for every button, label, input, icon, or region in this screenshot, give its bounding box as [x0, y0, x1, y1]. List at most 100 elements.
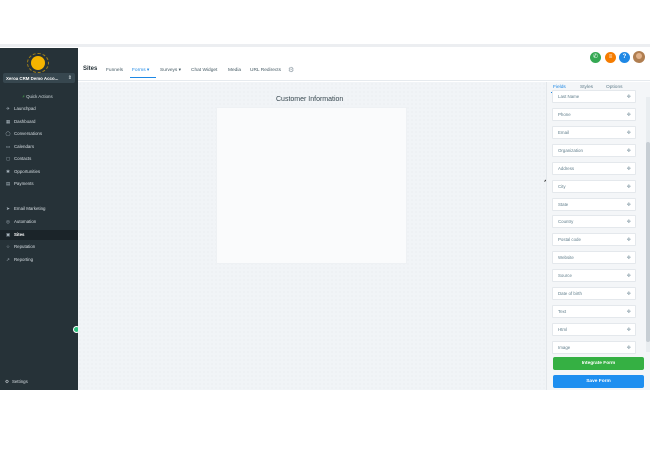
sidebar-item-label: Email Marketing — [14, 206, 46, 211]
field-item[interactable]: Phone ✥ — [552, 108, 636, 121]
move-icon[interactable]: ✥ — [627, 109, 631, 121]
integrate-form-button[interactable]: Integrate Form — [553, 357, 644, 370]
move-icon[interactable]: ✥ — [627, 306, 631, 318]
move-icon[interactable]: ✥ — [627, 252, 631, 264]
form-elements-panel: Fields Styles Options Last Name ✥ Phone ✥ … — [546, 82, 650, 390]
scrollbar-thumb[interactable] — [646, 142, 650, 342]
field-item[interactable]: Last Name ✥ — [552, 90, 636, 103]
field-item[interactable]: Postal code ✥ — [552, 233, 636, 246]
avatar[interactable] — [633, 51, 645, 63]
sidebar-item-reporting[interactable]: ↗ Reporting — [0, 255, 78, 265]
sidebar-item-conversations[interactable]: ◯ Conversations — [0, 129, 78, 139]
sidebar-item-sites[interactable]: ▣ Sites — [0, 230, 78, 240]
rocket-icon: ✈ — [6, 106, 10, 111]
field-label: State — [558, 202, 569, 207]
field-item[interactable]: Email ✥ — [552, 126, 636, 139]
account-switcher[interactable]: Xeroa CRM Demo Acco... ⇕ — [3, 73, 75, 83]
field-label: Email — [558, 130, 569, 135]
sidebar-item-label: Reporting — [14, 257, 34, 262]
help-icon[interactable]: ? — [619, 52, 630, 63]
move-icon[interactable]: ✥ — [627, 216, 631, 228]
sidebar-item-label: Payments — [14, 181, 34, 186]
tab-forms[interactable]: Forms ▾ — [132, 68, 149, 73]
form-drop-area[interactable] — [216, 107, 407, 264]
field-item[interactable]: Html ✥ — [552, 323, 636, 336]
sidebar-item-reputation[interactable]: ☆ Reputation — [0, 242, 78, 252]
field-label: Html — [558, 327, 568, 332]
top-divider — [0, 44, 650, 47]
gear-icon[interactable]: ⚙ — [288, 66, 294, 74]
payments-icon: ▤ — [5, 181, 11, 186]
sites-icon: ▣ — [5, 232, 11, 237]
move-icon[interactable]: ✥ — [627, 163, 631, 175]
field-label: Text — [558, 309, 567, 314]
field-label: Date of birth — [558, 291, 582, 296]
chat-icon: ◯ — [5, 131, 11, 136]
top-header: Sites Funnels Forms ▾ Surveys ▾ Chat Wid… — [78, 48, 650, 81]
move-icon[interactable]: ✥ — [627, 199, 631, 211]
move-icon[interactable]: ✥ — [627, 234, 631, 246]
logo-icon — [31, 56, 45, 70]
chevron-updown-icon: ⇕ — [67, 75, 72, 81]
star-icon: ☆ — [5, 244, 11, 249]
sidebar-item-settings[interactable]: ⚙ Settings — [5, 379, 28, 385]
gear-icon: ⚙ — [5, 379, 9, 384]
calendar-icon: ▭ — [5, 144, 11, 149]
phone-icon[interactable]: ✆ — [590, 52, 601, 63]
form-title[interactable]: Customer Information — [276, 96, 343, 103]
field-item[interactable]: Image ✥ — [552, 341, 636, 354]
field-label: City — [558, 184, 566, 189]
chat-icon[interactable]: ≡ — [605, 52, 616, 63]
field-label: Postal code — [558, 237, 581, 242]
field-item[interactable]: Country ✥ — [552, 215, 636, 228]
sidebar-item-label: Conversations — [14, 131, 43, 136]
sidebar-item-label: Launchpad — [14, 106, 36, 111]
automation-icon: ◎ — [6, 219, 10, 224]
field-label: Address — [558, 166, 575, 171]
sidebar-item-email-marketing[interactable]: ➤ Email Marketing — [0, 204, 78, 214]
sidebar-item-automation[interactable]: ◎ Automation — [0, 217, 78, 227]
opportunities-icon: ✱ — [6, 169, 10, 174]
move-icon[interactable]: ✥ — [627, 145, 631, 157]
sidebar-item-label: Opportunities — [14, 169, 41, 174]
field-label: Country — [558, 219, 574, 224]
field-item[interactable]: Organization ✥ — [552, 144, 636, 157]
sidebar-item-label: Settings — [11, 379, 28, 384]
move-icon[interactable]: ✥ — [627, 288, 631, 300]
field-item[interactable]: Website ✥ — [552, 251, 636, 264]
quick-actions-label: Quick Actions — [26, 94, 53, 99]
sidebar-item-dashboard[interactable]: ▦ Dashboard — [0, 117, 78, 127]
move-icon[interactable]: ✥ — [627, 342, 631, 354]
tab-chat-widget[interactable]: Chat Widget — [191, 68, 217, 73]
field-item[interactable]: Date of birth ✥ — [552, 287, 636, 300]
quick-actions-button[interactable]: ⚡Quick Actions — [22, 94, 53, 100]
field-item[interactable]: City ✥ — [552, 180, 636, 193]
field-item[interactable]: Address ✥ — [552, 162, 636, 175]
form-builder-canvas[interactable]: Customer Information — [78, 82, 546, 390]
field-item[interactable]: Text ✥ — [552, 305, 636, 318]
tab-funnels[interactable]: Funnels — [106, 68, 123, 73]
page-title: Sites — [83, 66, 98, 72]
sidebar-item-contacts[interactable]: ▢ Contacts — [0, 154, 78, 164]
active-tab-indicator — [130, 77, 156, 78]
tab-url-redirects[interactable]: URL Redirects — [250, 68, 281, 73]
tab-media[interactable]: Media — [228, 68, 241, 73]
move-icon[interactable]: ✥ — [627, 91, 631, 103]
sidebar-item-launchpad[interactable]: ✈ Launchpad — [0, 104, 78, 114]
send-icon: ➤ — [6, 206, 10, 211]
move-icon[interactable]: ✥ — [627, 181, 631, 193]
sidebar-item-opportunities[interactable]: ✱ Opportunities — [0, 167, 78, 177]
field-item[interactable]: Source ✥ — [552, 269, 636, 282]
field-label: Last Name — [558, 94, 580, 99]
sidebar-item-payments[interactable]: ▤ Payments — [0, 179, 78, 189]
field-item[interactable]: State ✥ — [552, 198, 636, 211]
move-icon[interactable]: ✥ — [627, 270, 631, 282]
move-icon[interactable]: ✥ — [627, 127, 631, 139]
move-icon[interactable]: ✥ — [627, 324, 631, 336]
tab-surveys[interactable]: Surveys ▾ — [160, 68, 181, 73]
sidebar-item-calendars[interactable]: ▭ Calendars — [0, 142, 78, 152]
save-form-button[interactable]: Save Form — [553, 375, 644, 388]
sidebar-item-label: Sites — [14, 232, 25, 237]
field-label: Organization — [558, 148, 583, 153]
sidebar-item-label: Automation — [14, 219, 37, 224]
